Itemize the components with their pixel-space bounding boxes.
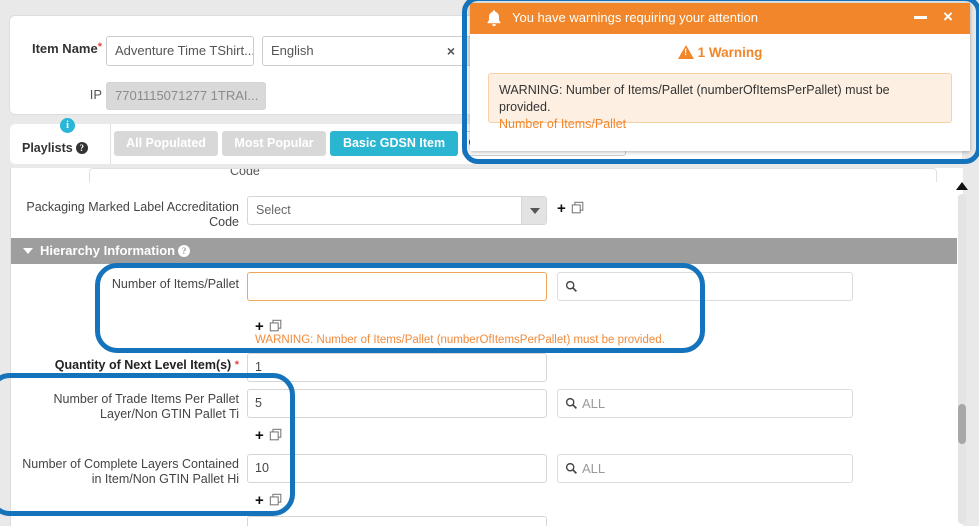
- cut-off-previous-field: Code: [89, 168, 937, 182]
- scrollbar-thumb[interactable]: [958, 404, 966, 444]
- info-icon[interactable]: i: [60, 118, 75, 133]
- ip-label: IP: [89, 87, 102, 102]
- required-asterisk: *: [97, 41, 102, 53]
- quantity-next-level-input[interactable]: 1: [247, 353, 547, 382]
- search-icon: [565, 280, 578, 296]
- required-asterisk: *: [234, 359, 239, 371]
- warning-message-field-link[interactable]: Number of Items/Pallet: [499, 116, 941, 133]
- playlists-label-group: i Playlists?: [18, 118, 111, 164]
- minimize-icon[interactable]: [912, 8, 930, 26]
- warnings-dialog-header: You have warnings requiring your attenti…: [470, 3, 970, 34]
- warning-triangle-icon: [677, 45, 694, 59]
- help-icon[interactable]: ?: [75, 142, 88, 154]
- search-icon: [565, 397, 578, 413]
- warning-message-text: WARNING: Number of Items/Pallet (numberO…: [499, 83, 890, 114]
- chevron-down-icon[interactable]: [521, 197, 546, 224]
- scroll-up-arrow-icon[interactable]: [956, 182, 968, 190]
- warning-count: 1 Warning: [470, 43, 970, 60]
- trade-items-search-placeholder: ALL: [582, 396, 606, 411]
- item-name-label: Item Name*: [31, 41, 102, 56]
- search-icon: [565, 462, 578, 478]
- item-name-input[interactable]: Adventure Time TShirt...: [106, 36, 254, 66]
- trade-items-per-pallet-layer-search[interactable]: ALL: [557, 389, 853, 418]
- add-icon[interactable]: +: [255, 428, 264, 443]
- clear-icon[interactable]: ×: [447, 37, 455, 65]
- playlist-tab-basic-gdsn-item[interactable]: Basic GDSN Item: [330, 131, 458, 156]
- warning-message-box: WARNING: Number of Items/Pallet (numberO…: [488, 73, 952, 131]
- quantity-next-level-label: Quantity of Next Level Item(s) *: [54, 358, 239, 372]
- number-of-items-per-pallet-label: Number of Items/Pallet: [111, 277, 239, 291]
- chevron-down-icon[interactable]: [23, 248, 33, 254]
- complete-layers-contained-search[interactable]: ALL: [557, 454, 853, 483]
- section-header-hierarchy-information[interactable]: Hierarchy Information?: [11, 238, 957, 264]
- close-icon[interactable]: ×: [939, 8, 957, 26]
- warnings-dialog: You have warnings requiring your attenti…: [470, 3, 970, 151]
- playlist-tab-most-popular[interactable]: Most Popular: [222, 131, 326, 156]
- complete-layers-contained-input[interactable]: 10: [247, 454, 547, 483]
- complete-layers-search-placeholder: ALL: [582, 461, 606, 476]
- language-select[interactable]: English ×: [262, 36, 487, 66]
- packaging-accreditation-label: Packaging Marked Label Accreditation Cod…: [26, 200, 239, 229]
- add-icon[interactable]: +: [255, 319, 264, 334]
- copy-icon[interactable]: [269, 428, 283, 445]
- scrollbar-track[interactable]: [958, 194, 966, 524]
- copy-icon[interactable]: [571, 201, 585, 218]
- ip-input: 7701115071277 1TRAI...: [106, 82, 266, 110]
- form-scroll-panel: Code Packaging Marked Label Accreditatio…: [10, 168, 963, 526]
- complete-layers-contained-label: Number of Complete Layers Contained in I…: [22, 457, 239, 486]
- section-header-label: Hierarchy Information?: [40, 243, 191, 258]
- packaging-accreditation-select[interactable]: Select: [247, 196, 547, 225]
- vertical-scrollbar[interactable]: [955, 182, 969, 526]
- cut-off-label: Code: [230, 168, 260, 178]
- playlist-tab-all-populated[interactable]: All Populated: [114, 131, 218, 156]
- next-row-partial-input[interactable]: [247, 516, 547, 526]
- packaging-accreditation-value: Select: [256, 203, 291, 217]
- language-select-value: English: [271, 43, 314, 58]
- copy-icon[interactable]: [269, 493, 283, 510]
- help-icon[interactable]: ?: [178, 245, 191, 257]
- number-of-items-per-pallet-search[interactable]: [557, 272, 853, 301]
- playlists-label: Playlists?: [22, 141, 88, 155]
- add-icon[interactable]: +: [557, 201, 566, 216]
- number-of-items-per-pallet-warning: WARNING: Number of Items/Pallet (numberO…: [255, 334, 665, 346]
- trade-items-per-pallet-layer-input[interactable]: 5: [247, 389, 547, 418]
- warnings-dialog-title: You have warnings requiring your attenti…: [512, 10, 758, 25]
- add-icon[interactable]: +: [255, 493, 264, 508]
- trade-items-per-pallet-layer-label: Number of Trade Items Per Pallet Layer/N…: [53, 392, 240, 421]
- number-of-items-per-pallet-input[interactable]: [247, 272, 547, 301]
- bell-icon: [485, 9, 503, 28]
